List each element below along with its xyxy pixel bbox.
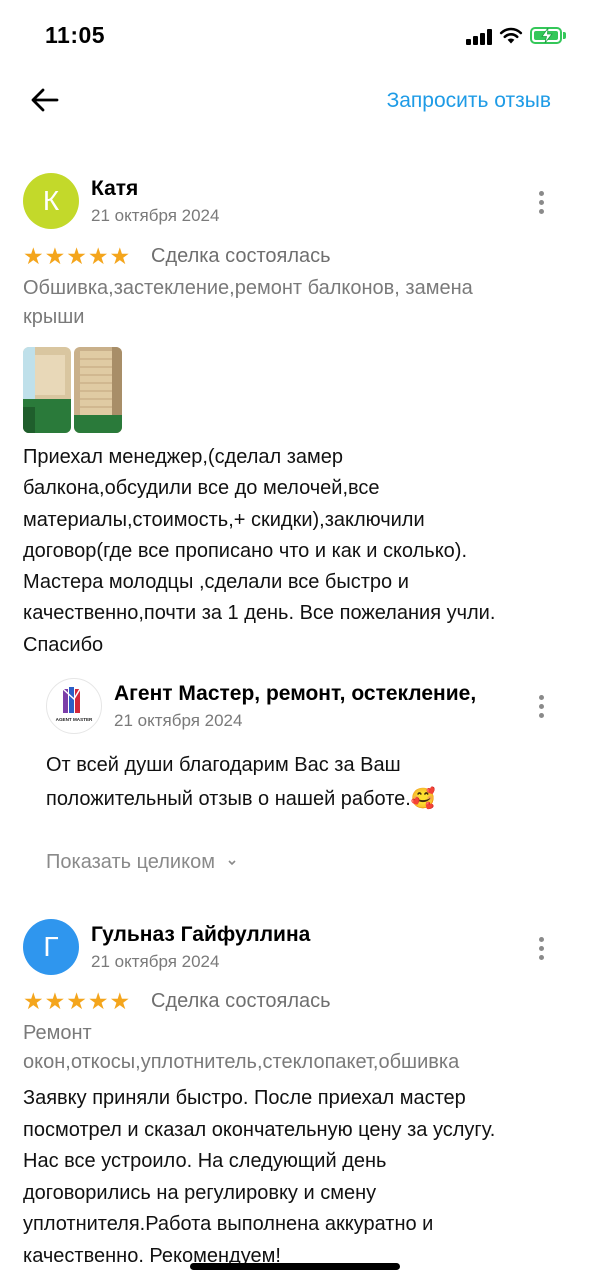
review-services: Обшивка,застекление,ремонт балконов, зам… (23, 277, 473, 328)
more-options-icon[interactable] (532, 692, 552, 722)
review-text: Приехал менеджер,(сделал замер балкона,о… (23, 446, 496, 656)
review-author: Катя (91, 177, 139, 200)
more-options-icon[interactable] (532, 188, 552, 218)
review-photo[interactable] (23, 347, 71, 433)
more-options-icon[interactable] (532, 934, 552, 964)
review-author: Гульназ Гайфуллина (91, 923, 311, 946)
home-indicator[interactable] (190, 1263, 400, 1270)
avatar: К (23, 173, 79, 229)
rating-stars: ★★★★★ (23, 243, 132, 269)
back-arrow-icon[interactable] (28, 83, 62, 117)
reply-date: 21 октября 2024 (114, 711, 243, 730)
status-time: 11:05 (45, 22, 106, 48)
review-text: Заявку приняли быстро. После приехал мас… (23, 1087, 496, 1267)
review-services: Ремонт окон,откосы,уплотнитель,стеклопак… (23, 1022, 460, 1073)
status-bar: 11:05 (0, 0, 591, 70)
request-review-link[interactable]: Запросить отзыв (387, 89, 551, 113)
review-date: 21 октября 2024 (91, 206, 220, 225)
deal-status: Сделка состоялась (151, 990, 331, 1012)
show-all-button[interactable]: Показать целиком (46, 851, 237, 874)
review-date: 21 октября 2024 (91, 952, 220, 971)
wifi-icon (499, 27, 523, 44)
deal-status: Сделка состоялась (151, 245, 331, 267)
avatar: Г (23, 919, 79, 975)
chevron-down-icon (227, 860, 236, 865)
review-photo[interactable] (74, 347, 122, 433)
svg-text:AGENT MASTER: AGENT MASTER (56, 717, 93, 722)
battery-icon (530, 27, 562, 44)
reply-text: От всей души благодарим Вас за Ваш полож… (46, 754, 436, 810)
rating-stars: ★★★★★ (23, 988, 132, 1014)
battery-cap (563, 32, 566, 39)
company-logo: AGENT MASTER (46, 678, 102, 734)
reply-author: Агент Мастер, ремонт, остекление, (114, 682, 477, 705)
cellular-signal-icon (466, 29, 493, 45)
